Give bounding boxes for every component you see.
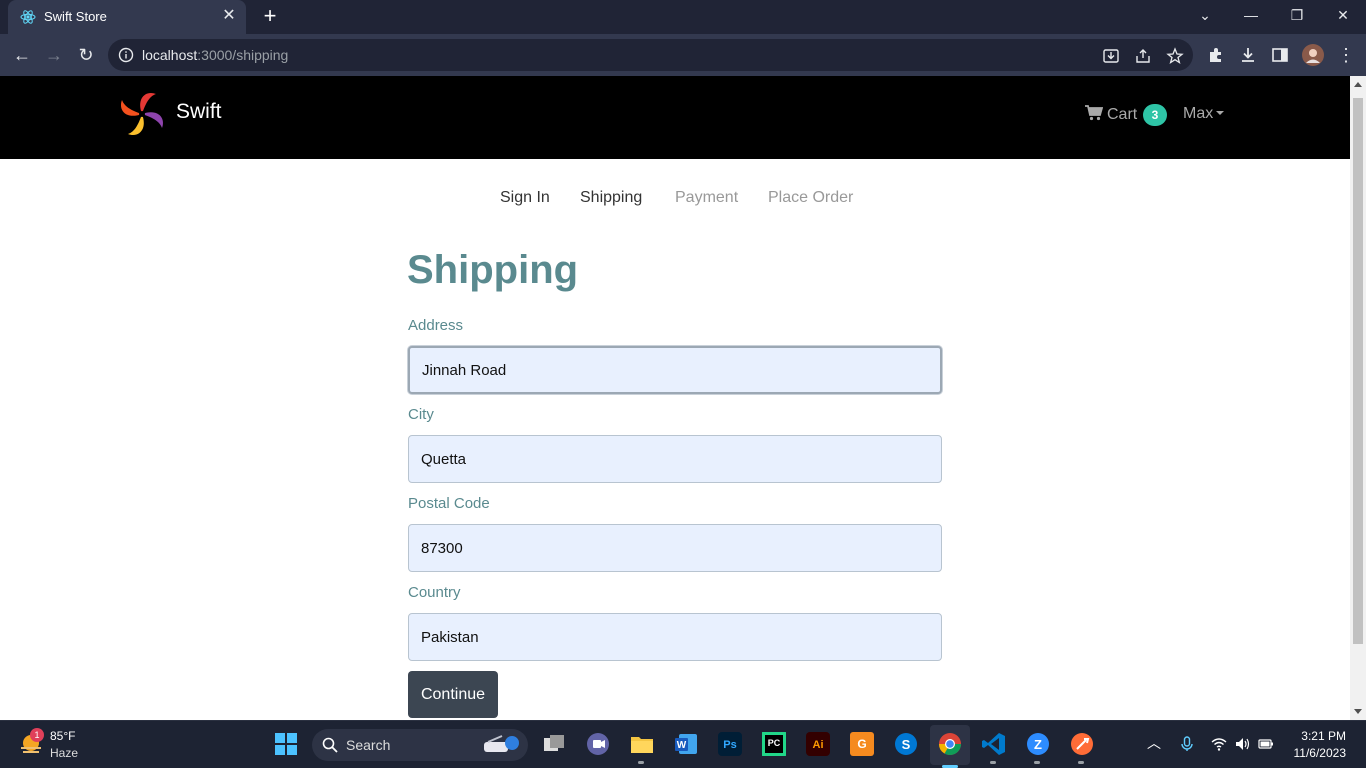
page-viewport: Swift Cart 3 Max Sign In Shipping Paymen… <box>0 76 1350 720</box>
city-label: City <box>408 406 434 423</box>
page-scrollbar[interactable] <box>1350 76 1366 720</box>
address-input[interactable] <box>408 346 942 394</box>
search-icon <box>322 737 338 753</box>
running-indicator <box>1078 761 1084 764</box>
running-indicator <box>638 761 644 764</box>
browser-menu-icon[interactable]: ⋮ <box>1333 42 1359 68</box>
address-bar[interactable]: localhost:3000/shipping <box>108 39 1193 71</box>
site-header: Swift Cart 3 Max <box>0 76 1350 159</box>
weather-description[interactable]: Haze <box>50 746 78 760</box>
profile-avatar[interactable] <box>1302 44 1324 66</box>
new-tab-button[interactable]: + <box>258 4 282 28</box>
forward-arrow-icon[interactable]: → <box>41 42 67 68</box>
windows-start-icon[interactable] <box>273 731 299 757</box>
file-explorer-icon[interactable] <box>629 731 655 757</box>
user-dropdown[interactable]: Max <box>1183 105 1225 123</box>
step-place-order: Place Order <box>768 189 854 206</box>
battery-icon[interactable] <box>1258 736 1274 752</box>
close-tab-icon[interactable]: ✕ <box>218 5 240 27</box>
weather-badge: 1 <box>30 728 44 742</box>
cart-link[interactable]: Cart <box>1085 105 1137 124</box>
postman-icon[interactable] <box>1069 731 1095 757</box>
shopping-cart-icon <box>1085 105 1103 121</box>
show-hidden-icons-chevron-icon[interactable]: ︿ <box>1147 733 1163 751</box>
clock-date: 11/6/2023 <box>1293 746 1347 760</box>
chrome-icon[interactable] <box>937 731 963 757</box>
postal-code-input[interactable] <box>408 524 942 572</box>
bookmark-star-icon[interactable] <box>1166 47 1184 65</box>
browser-toolbar: ← → ↻ localhost:3000/shipping ⋮ <box>0 34 1366 76</box>
svg-text:Ai: Ai <box>813 739 824 751</box>
back-arrow-icon[interactable]: ← <box>9 42 35 68</box>
clock-time: 3:21 PM <box>1301 729 1346 743</box>
volume-icon[interactable] <box>1235 736 1251 752</box>
page-title: Shipping <box>407 248 579 292</box>
reload-icon[interactable]: ↻ <box>73 42 99 68</box>
user-name: Max <box>1183 105 1214 122</box>
photoshop-icon[interactable]: Ps <box>717 731 743 757</box>
brand-name[interactable]: Swift <box>176 100 222 124</box>
illustrator-icon[interactable]: Ai <box>805 731 831 757</box>
cart-label: Cart <box>1107 106 1138 123</box>
teams-chat-icon[interactable] <box>585 731 611 757</box>
tab-search-chevron-icon[interactable]: ⌄ <box>1182 0 1228 32</box>
react-favicon-icon <box>20 10 36 24</box>
restore-button[interactable]: ❐ <box>1274 0 1320 32</box>
browser-tab-bar: Swift Store ✕ + ⌄ — ❐ ✕ <box>0 0 1366 34</box>
minimize-button[interactable]: — <box>1228 0 1274 32</box>
window-close-button[interactable]: ✕ <box>1320 0 1366 32</box>
weather-temperature[interactable]: 85°F <box>50 729 75 743</box>
swift-logo-icon[interactable] <box>116 88 168 140</box>
extensions-puzzle-icon[interactable] <box>1207 46 1225 64</box>
country-input[interactable] <box>408 613 942 661</box>
step-shipping[interactable]: Shipping <box>580 189 642 207</box>
word-icon[interactable]: W <box>673 731 699 757</box>
cart-count-badge: 3 <box>1143 104 1167 126</box>
svg-text:W: W <box>677 740 687 751</box>
scroll-up-arrow-icon[interactable] <box>1354 82 1362 87</box>
running-indicator <box>1034 761 1040 764</box>
country-label: Country <box>408 584 461 601</box>
running-indicator <box>990 761 996 764</box>
svg-text:Z: Z <box>1034 737 1042 752</box>
vscode-icon[interactable] <box>981 731 1007 757</box>
downloads-icon[interactable] <box>1239 46 1257 64</box>
continue-button[interactable]: Continue <box>408 671 498 718</box>
search-label: Search <box>346 737 391 753</box>
step-payment: Payment <box>675 189 739 206</box>
task-view-icon[interactable] <box>541 731 567 757</box>
wifi-icon[interactable] <box>1211 736 1227 752</box>
search-highlight-icon <box>484 735 519 752</box>
taskbar-search[interactable]: Search <box>312 729 528 761</box>
microphone-icon[interactable] <box>1179 736 1195 752</box>
pycharm-icon[interactable]: PC <box>761 731 787 757</box>
tab-title: Swift Store <box>44 9 107 24</box>
side-panel-icon[interactable] <box>1271 46 1289 64</box>
svg-text:Ps: Ps <box>723 739 736 751</box>
svg-text:S: S <box>902 737 911 752</box>
svg-text:PC: PC <box>768 738 781 748</box>
skype-icon[interactable]: S <box>893 731 919 757</box>
share-icon[interactable] <box>1134 47 1152 65</box>
caret-down-icon <box>1216 111 1225 115</box>
pdf-reader-icon[interactable]: G <box>849 731 875 757</box>
windows-taskbar: 1 85°F Haze Search W Ps PC Ai G S Z ︿ 3:… <box>0 720 1366 768</box>
system-clock[interactable]: 3:21 PM 11/6/2023 <box>1290 729 1347 760</box>
svg-text:G: G <box>857 737 866 751</box>
step-sign-in[interactable]: Sign In <box>500 189 550 207</box>
browser-tab[interactable]: Swift Store ✕ <box>8 0 246 34</box>
zoom-icon[interactable]: Z <box>1025 731 1051 757</box>
scroll-down-arrow-icon[interactable] <box>1354 709 1362 714</box>
address-label: Address <box>408 317 464 334</box>
url-text[interactable]: localhost:3000/shipping <box>142 47 288 63</box>
city-input[interactable] <box>408 435 942 483</box>
postal-code-label: Postal Code <box>408 495 490 512</box>
install-app-icon[interactable] <box>1102 47 1120 65</box>
info-icon[interactable] <box>118 47 134 63</box>
scrollbar-thumb[interactable] <box>1353 98 1363 644</box>
